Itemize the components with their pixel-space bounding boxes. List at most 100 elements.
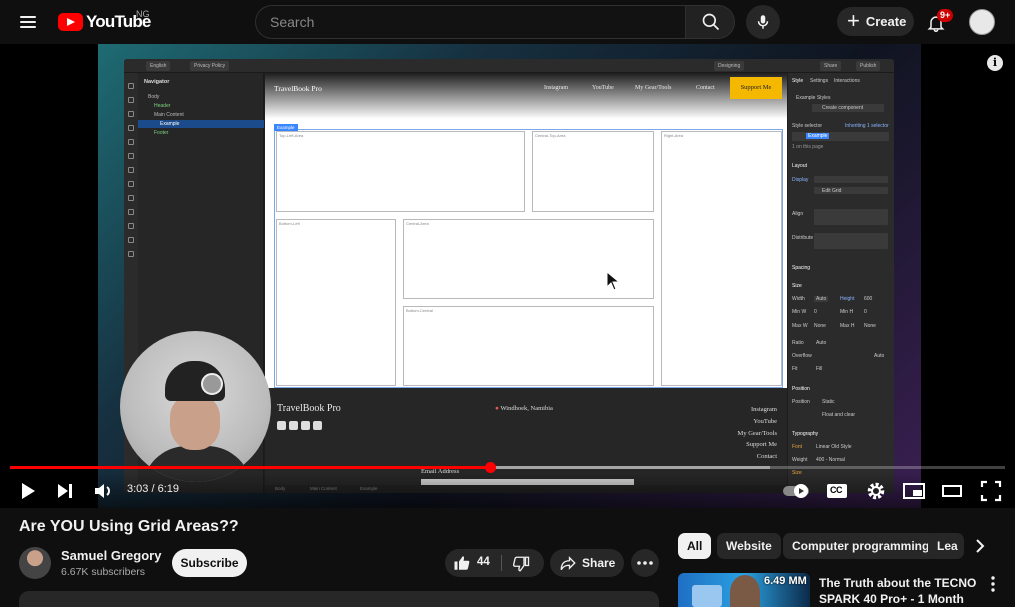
- panel-text: Max W: [792, 323, 808, 329]
- fullscreen-button[interactable]: [976, 476, 1006, 506]
- panel-text: Display: [792, 177, 809, 183]
- dislike-button[interactable]: [502, 549, 544, 577]
- panel-text: Fit: [792, 366, 798, 372]
- create-button[interactable]: + Create: [837, 7, 914, 36]
- panel-text: Layout: [792, 163, 808, 169]
- nav-row: Header: [154, 103, 171, 109]
- footer-link: Contact: [756, 453, 777, 461]
- chip-learning[interactable]: Lea: [928, 533, 964, 559]
- share-icon: [560, 556, 576, 571]
- panel-text: 400 - Normal: [816, 457, 845, 463]
- panel-text: 0: [814, 309, 817, 315]
- progress-scrubber[interactable]: [484, 462, 496, 473]
- grid-area: Bottom-Left: [276, 219, 396, 386]
- panel-text: 600: [864, 296, 873, 302]
- miniplayer-button[interactable]: [899, 476, 929, 506]
- site-nav-link: My Gear/Tools: [635, 85, 672, 91]
- chip-website[interactable]: Website: [717, 533, 781, 559]
- thumbnail-person: [730, 575, 760, 607]
- panel-text: Inheriting 1 selector: [845, 123, 889, 129]
- video-title: Are YOU Using Grid Areas??: [19, 518, 239, 535]
- chip-computer-programming[interactable]: Computer programming: [783, 533, 939, 559]
- footer-link: Support Me: [746, 441, 777, 449]
- panel-text: Auto: [874, 353, 885, 359]
- site-brand: TravelBook Pro: [274, 84, 322, 93]
- voice-search-button[interactable]: [746, 5, 780, 39]
- panel-tab: Style: [792, 78, 804, 84]
- miniplayer-icon: [903, 483, 925, 499]
- chips-next-button[interactable]: [970, 536, 990, 556]
- search-button[interactable]: [685, 5, 735, 39]
- grid-area-label: Central-Top-Area: [535, 133, 566, 138]
- grid-area: Central-Top-Area: [532, 131, 654, 212]
- grid-area-label: Right-Area: [664, 133, 684, 138]
- panel-text: Font: [792, 444, 803, 450]
- microphone-icon: [757, 15, 769, 29]
- video-player[interactable]: English Privacy Policy Designing Share P…: [0, 44, 1015, 508]
- chip-all[interactable]: All: [678, 533, 712, 559]
- panel-text: Style selector: [792, 123, 823, 129]
- presenter-webcam: [120, 331, 271, 482]
- panel-text: Overflow: [792, 353, 812, 359]
- more-actions-button[interactable]: [631, 549, 659, 577]
- instagram-icon: [289, 421, 298, 430]
- play-button[interactable]: [13, 476, 43, 506]
- grid-area: Top-Left-Area: [276, 131, 525, 212]
- panel-box: [814, 233, 888, 249]
- panel-text: Position: [792, 399, 810, 405]
- panel-text: Weight: [792, 457, 808, 463]
- subscribe-button[interactable]: Subscribe: [172, 549, 247, 577]
- thumbs-up-icon: [454, 556, 470, 570]
- next-button[interactable]: [50, 476, 80, 506]
- footer-links: Instagram YouTube My Gear/Tools Support …: [738, 404, 777, 463]
- panel-text: Height: [840, 296, 855, 302]
- top-bar: YouTube NG + Create 9+: [0, 0, 1015, 44]
- panel-text: 0: [864, 309, 867, 315]
- panel-text: None: [864, 323, 876, 329]
- panel-text: Float and clear: [822, 412, 856, 418]
- panel-tab: Settings: [810, 78, 829, 84]
- description-box[interactable]: [19, 591, 659, 607]
- volume-button[interactable]: [89, 476, 119, 506]
- nav-row: Example: [138, 120, 264, 128]
- nav-row: Footer: [154, 130, 169, 136]
- navigator-title: Navigator: [144, 79, 170, 85]
- footer-social-icons: [277, 421, 322, 430]
- panel-text: Auto: [816, 340, 827, 346]
- account-avatar[interactable]: [969, 9, 995, 35]
- channel-avatar[interactable]: [19, 547, 51, 579]
- nav-row: Body: [148, 94, 160, 100]
- panel-text: Position: [792, 386, 810, 392]
- channel-name[interactable]: Samuel Gregory: [61, 548, 161, 563]
- more-horizontal-icon: [637, 561, 653, 565]
- youtube-play-logo-icon: [58, 13, 83, 31]
- editor-publish-chip: Publish: [856, 61, 881, 71]
- thumbs-down-icon: [512, 556, 530, 572]
- subtitles-label: CC: [830, 485, 843, 495]
- more-vertical-icon: [991, 576, 995, 592]
- grid-area-label: Bottom-Central: [406, 308, 433, 313]
- facebook-icon: [277, 421, 286, 430]
- footer-link: YouTube: [753, 417, 777, 425]
- subtitles-button[interactable]: CC: [822, 476, 852, 506]
- info-icon[interactable]: i: [987, 55, 1003, 71]
- search-input[interactable]: [255, 5, 685, 39]
- autoplay-toggle[interactable]: [781, 476, 813, 506]
- panel-text: Typography: [792, 431, 819, 437]
- recommended-title[interactable]: The Truth about the TECNO SPARK 40 Pro+ …: [819, 575, 979, 607]
- search-bar: [255, 5, 735, 39]
- grid-selected-tag: Example: [274, 124, 298, 131]
- panel-text: Example Styles: [796, 95, 831, 101]
- time-display: 3:03 / 6:19: [127, 483, 179, 495]
- presenter-face: [170, 395, 220, 450]
- like-button[interactable]: 44: [445, 549, 501, 577]
- plus-icon: +: [847, 7, 860, 33]
- recommended-menu-button[interactable]: [986, 575, 1000, 593]
- theater-mode-button[interactable]: [937, 476, 967, 506]
- panel-text: Linear Old Style: [816, 444, 852, 450]
- menu-icon[interactable]: [12, 6, 44, 38]
- share-button[interactable]: Share: [550, 549, 624, 577]
- create-label: Create: [865, 14, 907, 29]
- footer-location: ● Windhoek, Namibia: [495, 405, 553, 412]
- settings-button[interactable]: [861, 476, 891, 506]
